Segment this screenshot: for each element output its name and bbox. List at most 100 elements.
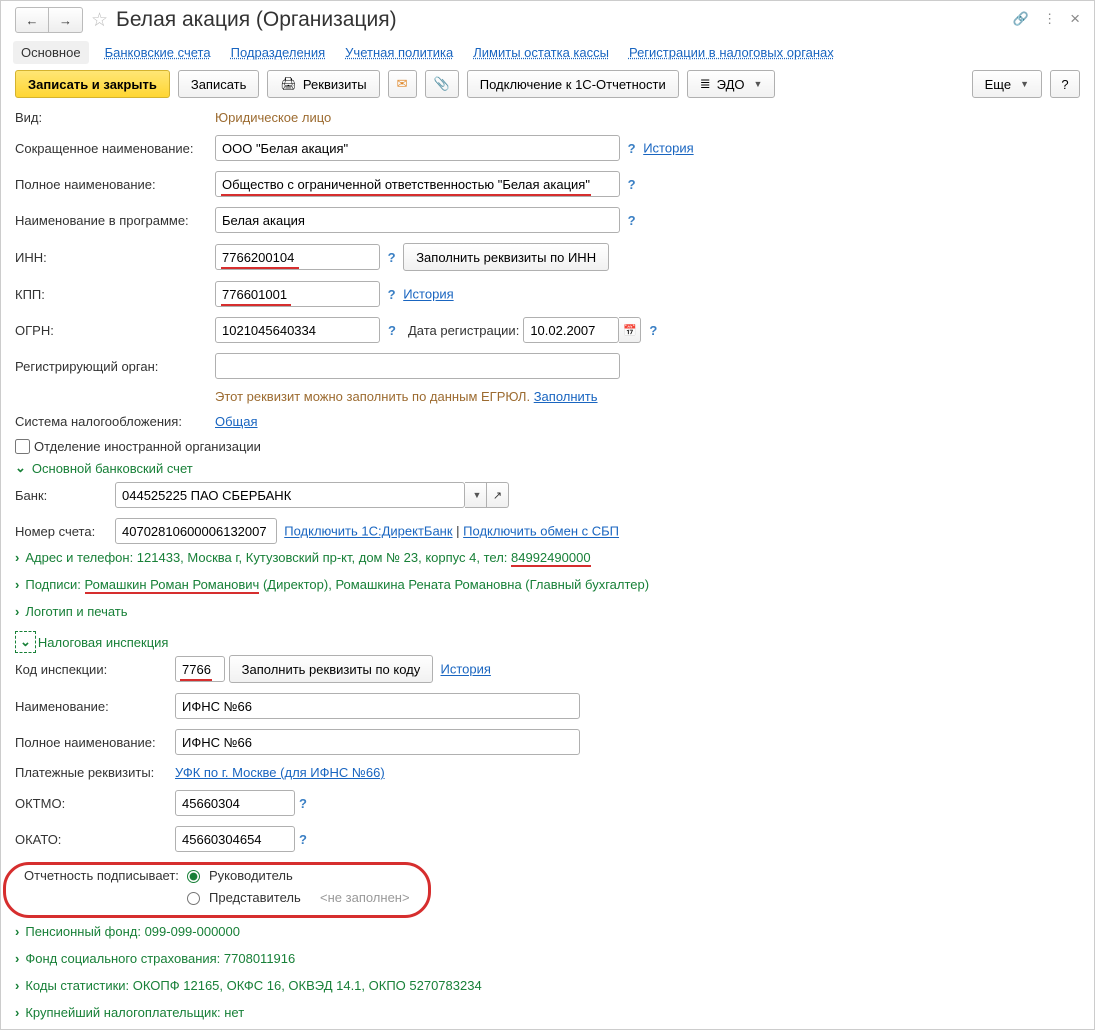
- taxcode-label: Код инспекции:: [15, 662, 175, 677]
- chevron-right-icon: ›: [15, 604, 19, 619]
- taxname-input[interactable]: [175, 693, 580, 719]
- regdate-input[interactable]: [523, 317, 619, 343]
- help-icon[interactable]: ?: [295, 832, 311, 847]
- signer-rep-empty: <не заполнен>: [320, 890, 410, 905]
- chevron-right-icon: ›: [15, 924, 19, 939]
- fill-by-inn-button[interactable]: Заполнить реквизиты по ИНН: [403, 243, 609, 271]
- open-button[interactable]: ↗: [487, 482, 509, 508]
- regorg-input[interactable]: [215, 353, 620, 379]
- help-icon[interactable]: ?: [624, 177, 640, 192]
- calendar-button[interactable]: 📅: [619, 317, 641, 343]
- save-close-button[interactable]: Записать и закрыть: [15, 70, 170, 98]
- ogrn-input[interactable]: [215, 317, 380, 343]
- inn-label: ИНН:: [15, 250, 215, 265]
- address-section[interactable]: › Адрес и телефон: 121433, Москва г, Кут…: [15, 544, 1080, 571]
- nav-forward-button[interactable]: →: [49, 7, 83, 33]
- oktmo-input[interactable]: [175, 790, 295, 816]
- tab-bank[interactable]: Банковские счета: [105, 45, 211, 60]
- connect-1c-button[interactable]: Подключение к 1С-Отчетности: [467, 70, 679, 98]
- taxfull-input[interactable]: [175, 729, 580, 755]
- signer-rep-label: Представитель: [209, 890, 301, 905]
- taxsys-link[interactable]: Общая: [215, 414, 258, 429]
- chevron-down-icon: ⌄: [15, 460, 26, 476]
- taxfull-label: Полное наименование:: [15, 735, 175, 750]
- pension-section[interactable]: ›Пенсионный фонд: 099-099-000000: [15, 918, 1080, 945]
- edo-button[interactable]: ≣ЭДО▼: [687, 70, 776, 98]
- paperclip-icon: 📎: [434, 76, 450, 92]
- history-link[interactable]: История: [643, 141, 693, 156]
- chevron-right-icon: ›: [15, 550, 19, 565]
- signer-callout: Отчетность подписывает: Руководитель Пре…: [3, 862, 431, 918]
- title-bar: ← → ☆ Белая акация (Организация) 🔗 ⋮ ×: [15, 7, 1080, 33]
- bank-input[interactable]: [115, 482, 465, 508]
- stat-codes-section[interactable]: ›Коды статистики: ОКОПФ 12165, ОКФС 16, …: [15, 972, 1080, 999]
- help-button[interactable]: ?: [1050, 70, 1080, 98]
- nav-tabs: Основное Банковские счета Подразделения …: [15, 39, 1080, 70]
- sbp-link[interactable]: Подключить обмен с СБП: [463, 524, 619, 539]
- directbank-link[interactable]: Подключить 1С:ДиректБанк: [284, 524, 452, 539]
- tax-section-head[interactable]: ⌄ Налоговая инспекция: [15, 625, 1080, 655]
- progname-input[interactable]: [215, 207, 620, 233]
- window-title: Белая акация (Организация): [116, 8, 397, 32]
- help-icon[interactable]: ?: [384, 287, 400, 302]
- fss-section[interactable]: ›Фонд социального страхования: 770801191…: [15, 945, 1080, 972]
- tab-tax-registrations[interactable]: Регистрации в налоговых органах: [629, 45, 834, 60]
- chevron-down-icon: ⌄: [20, 634, 31, 650]
- chevron-right-icon: ›: [15, 978, 19, 993]
- large-taxpayer-section[interactable]: ›Крупнейший налогоплательщик: нет: [15, 999, 1080, 1026]
- tab-accounting-policy[interactable]: Учетная политика: [345, 45, 453, 60]
- kebab-menu-icon[interactable]: ⋮: [1043, 11, 1056, 27]
- fill-by-code-button[interactable]: Заполнить реквизиты по коду: [229, 655, 434, 683]
- edo-icon: ≣: [700, 76, 711, 92]
- mail-button[interactable]: ✉: [388, 70, 417, 98]
- main-form: Вид: Юридическое лицо Сокращенное наимен…: [15, 110, 1080, 454]
- envelope-icon: ✉: [397, 76, 408, 92]
- payreq-label: Платежные реквизиты:: [15, 765, 175, 780]
- nav-back-button[interactable]: ←: [15, 7, 49, 33]
- attach-button[interactable]: 📎: [425, 70, 459, 98]
- progname-label: Наименование в программе:: [15, 213, 215, 228]
- tab-main[interactable]: Основное: [13, 41, 89, 64]
- accnum-input[interactable]: [115, 518, 277, 544]
- payreq-link[interactable]: УФК по г. Москве (для ИФНС №66): [175, 765, 385, 780]
- taxname-label: Наименование:: [15, 699, 175, 714]
- help-icon[interactable]: ?: [384, 323, 400, 338]
- tab-departments[interactable]: Подразделения: [231, 45, 326, 60]
- kpp-history-link[interactable]: История: [403, 287, 453, 302]
- more-button[interactable]: Еще▼: [972, 70, 1042, 98]
- help-icon[interactable]: ?: [295, 796, 311, 811]
- logo-section[interactable]: › Логотип и печать: [15, 598, 1080, 625]
- favorite-star-icon[interactable]: ☆: [91, 9, 108, 32]
- fill-egrul-link[interactable]: Заполнить: [534, 389, 598, 404]
- tab-cash-limits[interactable]: Лимиты остатка кассы: [473, 45, 609, 60]
- signer-head-label: Руководитель: [209, 868, 293, 883]
- chevron-right-icon: ›: [15, 1005, 19, 1020]
- taxcode-history-link[interactable]: История: [440, 662, 490, 677]
- calendar-icon: 📅: [623, 324, 637, 337]
- foreign-branch-label: Отделение иностранной организации: [34, 439, 261, 454]
- save-button[interactable]: Записать: [178, 70, 260, 98]
- egrul-hint: Этот реквизит можно заполнить по данным …: [215, 389, 1080, 404]
- oktmo-label: ОКТМО:: [15, 796, 175, 811]
- okato-input[interactable]: [175, 826, 295, 852]
- dropdown-button[interactable]: ▼: [465, 482, 487, 508]
- kind-label: Вид:: [15, 110, 215, 125]
- close-icon[interactable]: ×: [1070, 9, 1080, 29]
- taxsys-label: Система налогообложения:: [15, 414, 215, 429]
- foreign-branch-checkbox[interactable]: [15, 439, 30, 454]
- ogrn-label: ОГРН:: [15, 323, 215, 338]
- help-icon[interactable]: ?: [384, 250, 400, 265]
- link-icon[interactable]: 🔗: [1013, 11, 1029, 27]
- requisites-button[interactable]: 🖨Реквизиты: [267, 70, 379, 98]
- kpp-label: КПП:: [15, 287, 215, 302]
- shortname-input[interactable]: [215, 135, 620, 161]
- chevron-down-icon: ▼: [1020, 79, 1029, 89]
- toolbar: Записать и закрыть Записать 🖨Реквизиты ✉…: [15, 70, 1080, 98]
- signer-head-radio[interactable]: [187, 870, 200, 883]
- bank-section-head[interactable]: ⌄ Основной банковский счет: [15, 454, 1080, 482]
- help-icon[interactable]: ?: [624, 141, 640, 156]
- help-icon[interactable]: ?: [624, 213, 640, 228]
- signatures-section[interactable]: › Подписи: Ромашкин Роман Романович (Дир…: [15, 571, 1080, 598]
- help-icon[interactable]: ?: [645, 323, 661, 338]
- signer-rep-radio[interactable]: [187, 892, 200, 905]
